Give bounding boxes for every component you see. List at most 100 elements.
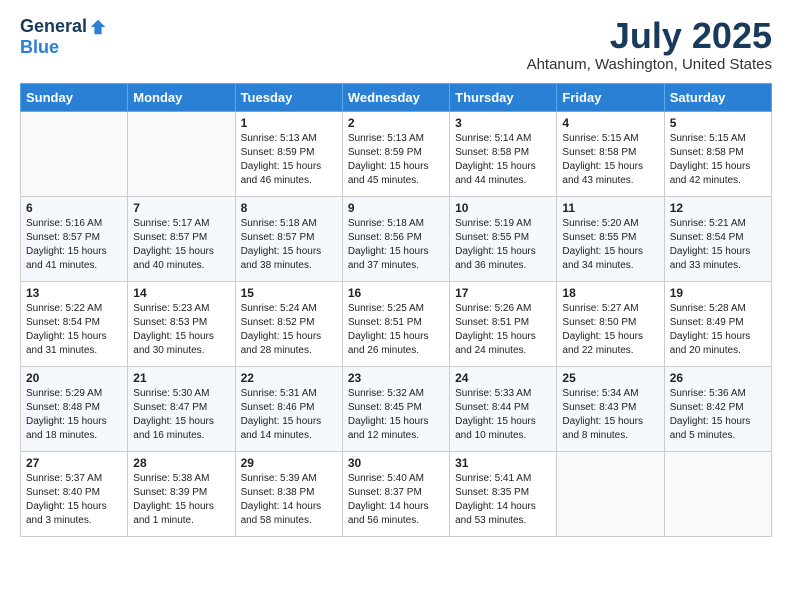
calendar-cell: 27 Sunrise: 5:37 AMSunset: 8:40 PMDayligh… — [21, 451, 128, 536]
weekday-header-tuesday: Tuesday — [235, 83, 342, 111]
day-info: Sunrise: 5:16 AMSunset: 8:57 PMDaylight:… — [26, 218, 107, 271]
weekday-header-sunday: Sunday — [21, 83, 128, 111]
calendar-table: SundayMondayTuesdayWednesdayThursdayFrid… — [20, 83, 772, 537]
day-number: 15 — [241, 286, 337, 300]
day-info: Sunrise: 5:23 AMSunset: 8:53 PMDaylight:… — [133, 303, 214, 356]
calendar-cell: 29 Sunrise: 5:39 AMSunset: 8:38 PMDayligh… — [235, 451, 342, 536]
day-number: 5 — [670, 116, 766, 130]
calendar-week-2: 6 Sunrise: 5:16 AMSunset: 8:57 PMDaylight… — [21, 196, 772, 281]
day-number: 28 — [133, 456, 229, 470]
calendar-cell: 30 Sunrise: 5:40 AMSunset: 8:37 PMDayligh… — [342, 451, 449, 536]
day-info: Sunrise: 5:25 AMSunset: 8:51 PMDaylight:… — [348, 303, 429, 356]
calendar-cell: 9Sunrise: 5:18 AMSunset: 8:56 PMDaylight… — [342, 196, 449, 281]
weekday-header-thursday: Thursday — [450, 83, 557, 111]
calendar-week-1: 1 Sunrise: 5:13 AMSunset: 8:59 PMDaylight… — [21, 111, 772, 196]
calendar-cell — [664, 451, 771, 536]
day-number: 14 — [133, 286, 229, 300]
day-info: Sunrise: 5:37 AMSunset: 8:40 PMDaylight:… — [26, 473, 107, 526]
calendar-cell: 25 Sunrise: 5:34 AMSunset: 8:43 PMDayligh… — [557, 366, 664, 451]
day-info: Sunrise: 5:40 AMSunset: 8:37 PMDaylight:… — [348, 473, 429, 526]
day-number: 19 — [670, 286, 766, 300]
calendar-cell: 19Sunrise: 5:28 AMSunset: 8:49 PMDayligh… — [664, 281, 771, 366]
weekday-header-friday: Friday — [557, 83, 664, 111]
calendar-cell: 23Sunrise: 5:32 AMSunset: 8:45 PMDayligh… — [342, 366, 449, 451]
calendar-cell: 1 Sunrise: 5:13 AMSunset: 8:59 PMDaylight… — [235, 111, 342, 196]
day-number: 22 — [241, 371, 337, 385]
day-info: Sunrise: 5:38 AMSunset: 8:39 PMDaylight:… — [133, 473, 214, 526]
day-info: Sunrise: 5:39 AMSunset: 8:38 PMDaylight:… — [241, 473, 322, 526]
day-number: 27 — [26, 456, 122, 470]
day-number: 6 — [26, 201, 122, 215]
calendar-cell — [557, 451, 664, 536]
day-info: Sunrise: 5:22 AMSunset: 8:54 PMDaylight:… — [26, 303, 107, 356]
day-number: 29 — [241, 456, 337, 470]
calendar-cell: 3 Sunrise: 5:14 AMSunset: 8:58 PMDaylight… — [450, 111, 557, 196]
calendar-cell: 18Sunrise: 5:27 AMSunset: 8:50 PMDayligh… — [557, 281, 664, 366]
day-info: Sunrise: 5:24 AMSunset: 8:52 PMDaylight:… — [241, 303, 322, 356]
calendar-cell — [128, 111, 235, 196]
day-number: 24 — [455, 371, 551, 385]
calendar-cell: 5Sunrise: 5:15 AMSunset: 8:58 PMDaylight… — [664, 111, 771, 196]
calendar-cell: 28 Sunrise: 5:38 AMSunset: 8:39 PMDayligh… — [128, 451, 235, 536]
day-info: Sunrise: 5:13 AMSunset: 8:59 PMDaylight:… — [348, 133, 429, 186]
day-info: Sunrise: 5:21 AMSunset: 8:54 PMDaylight:… — [670, 218, 751, 271]
day-number: 17 — [455, 286, 551, 300]
calendar-cell: 15 Sunrise: 5:24 AMSunset: 8:52 PMDayligh… — [235, 281, 342, 366]
calendar-cell: 14 Sunrise: 5:23 AMSunset: 8:53 PMDayligh… — [128, 281, 235, 366]
day-number: 16 — [348, 286, 444, 300]
day-info: Sunrise: 5:34 AMSunset: 8:43 PMDaylight:… — [562, 388, 643, 441]
calendar-week-3: 13Sunrise: 5:22 AMSunset: 8:54 PMDayligh… — [21, 281, 772, 366]
day-number: 20 — [26, 371, 122, 385]
calendar-cell: 16 Sunrise: 5:25 AMSunset: 8:51 PMDayligh… — [342, 281, 449, 366]
calendar-cell: 10Sunrise: 5:19 AMSunset: 8:55 PMDayligh… — [450, 196, 557, 281]
main-title: July 2025 — [527, 16, 772, 56]
day-info: Sunrise: 5:36 AMSunset: 8:42 PMDaylight:… — [670, 388, 751, 441]
calendar-cell: 11Sunrise: 5:20 AMSunset: 8:55 PMDayligh… — [557, 196, 664, 281]
day-info: Sunrise: 5:41 AMSunset: 8:35 PMDaylight:… — [455, 473, 536, 526]
day-info: Sunrise: 5:18 AMSunset: 8:57 PMDaylight:… — [241, 218, 322, 271]
day-info: Sunrise: 5:30 AMSunset: 8:47 PMDaylight:… — [133, 388, 214, 441]
day-number: 1 — [241, 116, 337, 130]
calendar-cell: 13Sunrise: 5:22 AMSunset: 8:54 PMDayligh… — [21, 281, 128, 366]
calendar-cell: 17 Sunrise: 5:26 AMSunset: 8:51 PMDayligh… — [450, 281, 557, 366]
weekday-header-monday: Monday — [128, 83, 235, 111]
logo-blue-text: Blue — [20, 37, 59, 58]
day-info: Sunrise: 5:14 AMSunset: 8:58 PMDaylight:… — [455, 133, 536, 186]
day-number: 23 — [348, 371, 444, 385]
day-info: Sunrise: 5:33 AMSunset: 8:44 PMDaylight:… — [455, 388, 536, 441]
subtitle: Ahtanum, Washington, United States — [527, 56, 772, 73]
day-number: 18 — [562, 286, 658, 300]
day-info: Sunrise: 5:31 AMSunset: 8:46 PMDaylight:… — [241, 388, 322, 441]
day-number: 12 — [670, 201, 766, 215]
calendar-cell: 22 Sunrise: 5:31 AMSunset: 8:46 PMDayligh… — [235, 366, 342, 451]
day-info: Sunrise: 5:15 AMSunset: 8:58 PMDaylight:… — [562, 133, 643, 186]
calendar-week-4: 20 Sunrise: 5:29 AMSunset: 8:48 PMDayligh… — [21, 366, 772, 451]
calendar-week-5: 27 Sunrise: 5:37 AMSunset: 8:40 PMDayligh… — [21, 451, 772, 536]
calendar-cell — [21, 111, 128, 196]
calendar-cell: 12 Sunrise: 5:21 AMSunset: 8:54 PMDayligh… — [664, 196, 771, 281]
logo-icon — [89, 18, 107, 36]
day-number: 7 — [133, 201, 229, 215]
day-info: Sunrise: 5:26 AMSunset: 8:51 PMDaylight:… — [455, 303, 536, 356]
day-number: 30 — [348, 456, 444, 470]
logo: General Blue — [20, 16, 107, 58]
day-number: 2 — [348, 116, 444, 130]
calendar-cell: 2 Sunrise: 5:13 AMSunset: 8:59 PMDaylight… — [342, 111, 449, 196]
page-container: General Blue July 2025 Ahtanum, Washingt… — [0, 0, 792, 553]
day-number: 25 — [562, 371, 658, 385]
calendar-cell: 26Sunrise: 5:36 AMSunset: 8:42 PMDayligh… — [664, 366, 771, 451]
calendar-cell: 7Sunrise: 5:17 AMSunset: 8:57 PMDaylight… — [128, 196, 235, 281]
weekday-header-saturday: Saturday — [664, 83, 771, 111]
page-header: General Blue July 2025 Ahtanum, Washingt… — [20, 16, 772, 73]
day-number: 3 — [455, 116, 551, 130]
calendar-cell: 20 Sunrise: 5:29 AMSunset: 8:48 PMDayligh… — [21, 366, 128, 451]
day-info: Sunrise: 5:29 AMSunset: 8:48 PMDaylight:… — [26, 388, 107, 441]
day-info: Sunrise: 5:13 AMSunset: 8:59 PMDaylight:… — [241, 133, 322, 186]
calendar-cell: 6 Sunrise: 5:16 AMSunset: 8:57 PMDaylight… — [21, 196, 128, 281]
day-info: Sunrise: 5:18 AMSunset: 8:56 PMDaylight:… — [348, 218, 429, 271]
calendar-cell: 4Sunrise: 5:15 AMSunset: 8:58 PMDaylight… — [557, 111, 664, 196]
calendar-cell: 8Sunrise: 5:18 AMSunset: 8:57 PMDaylight… — [235, 196, 342, 281]
calendar-cell: 21Sunrise: 5:30 AMSunset: 8:47 PMDayligh… — [128, 366, 235, 451]
day-number: 10 — [455, 201, 551, 215]
weekday-header-row: SundayMondayTuesdayWednesdayThursdayFrid… — [21, 83, 772, 111]
